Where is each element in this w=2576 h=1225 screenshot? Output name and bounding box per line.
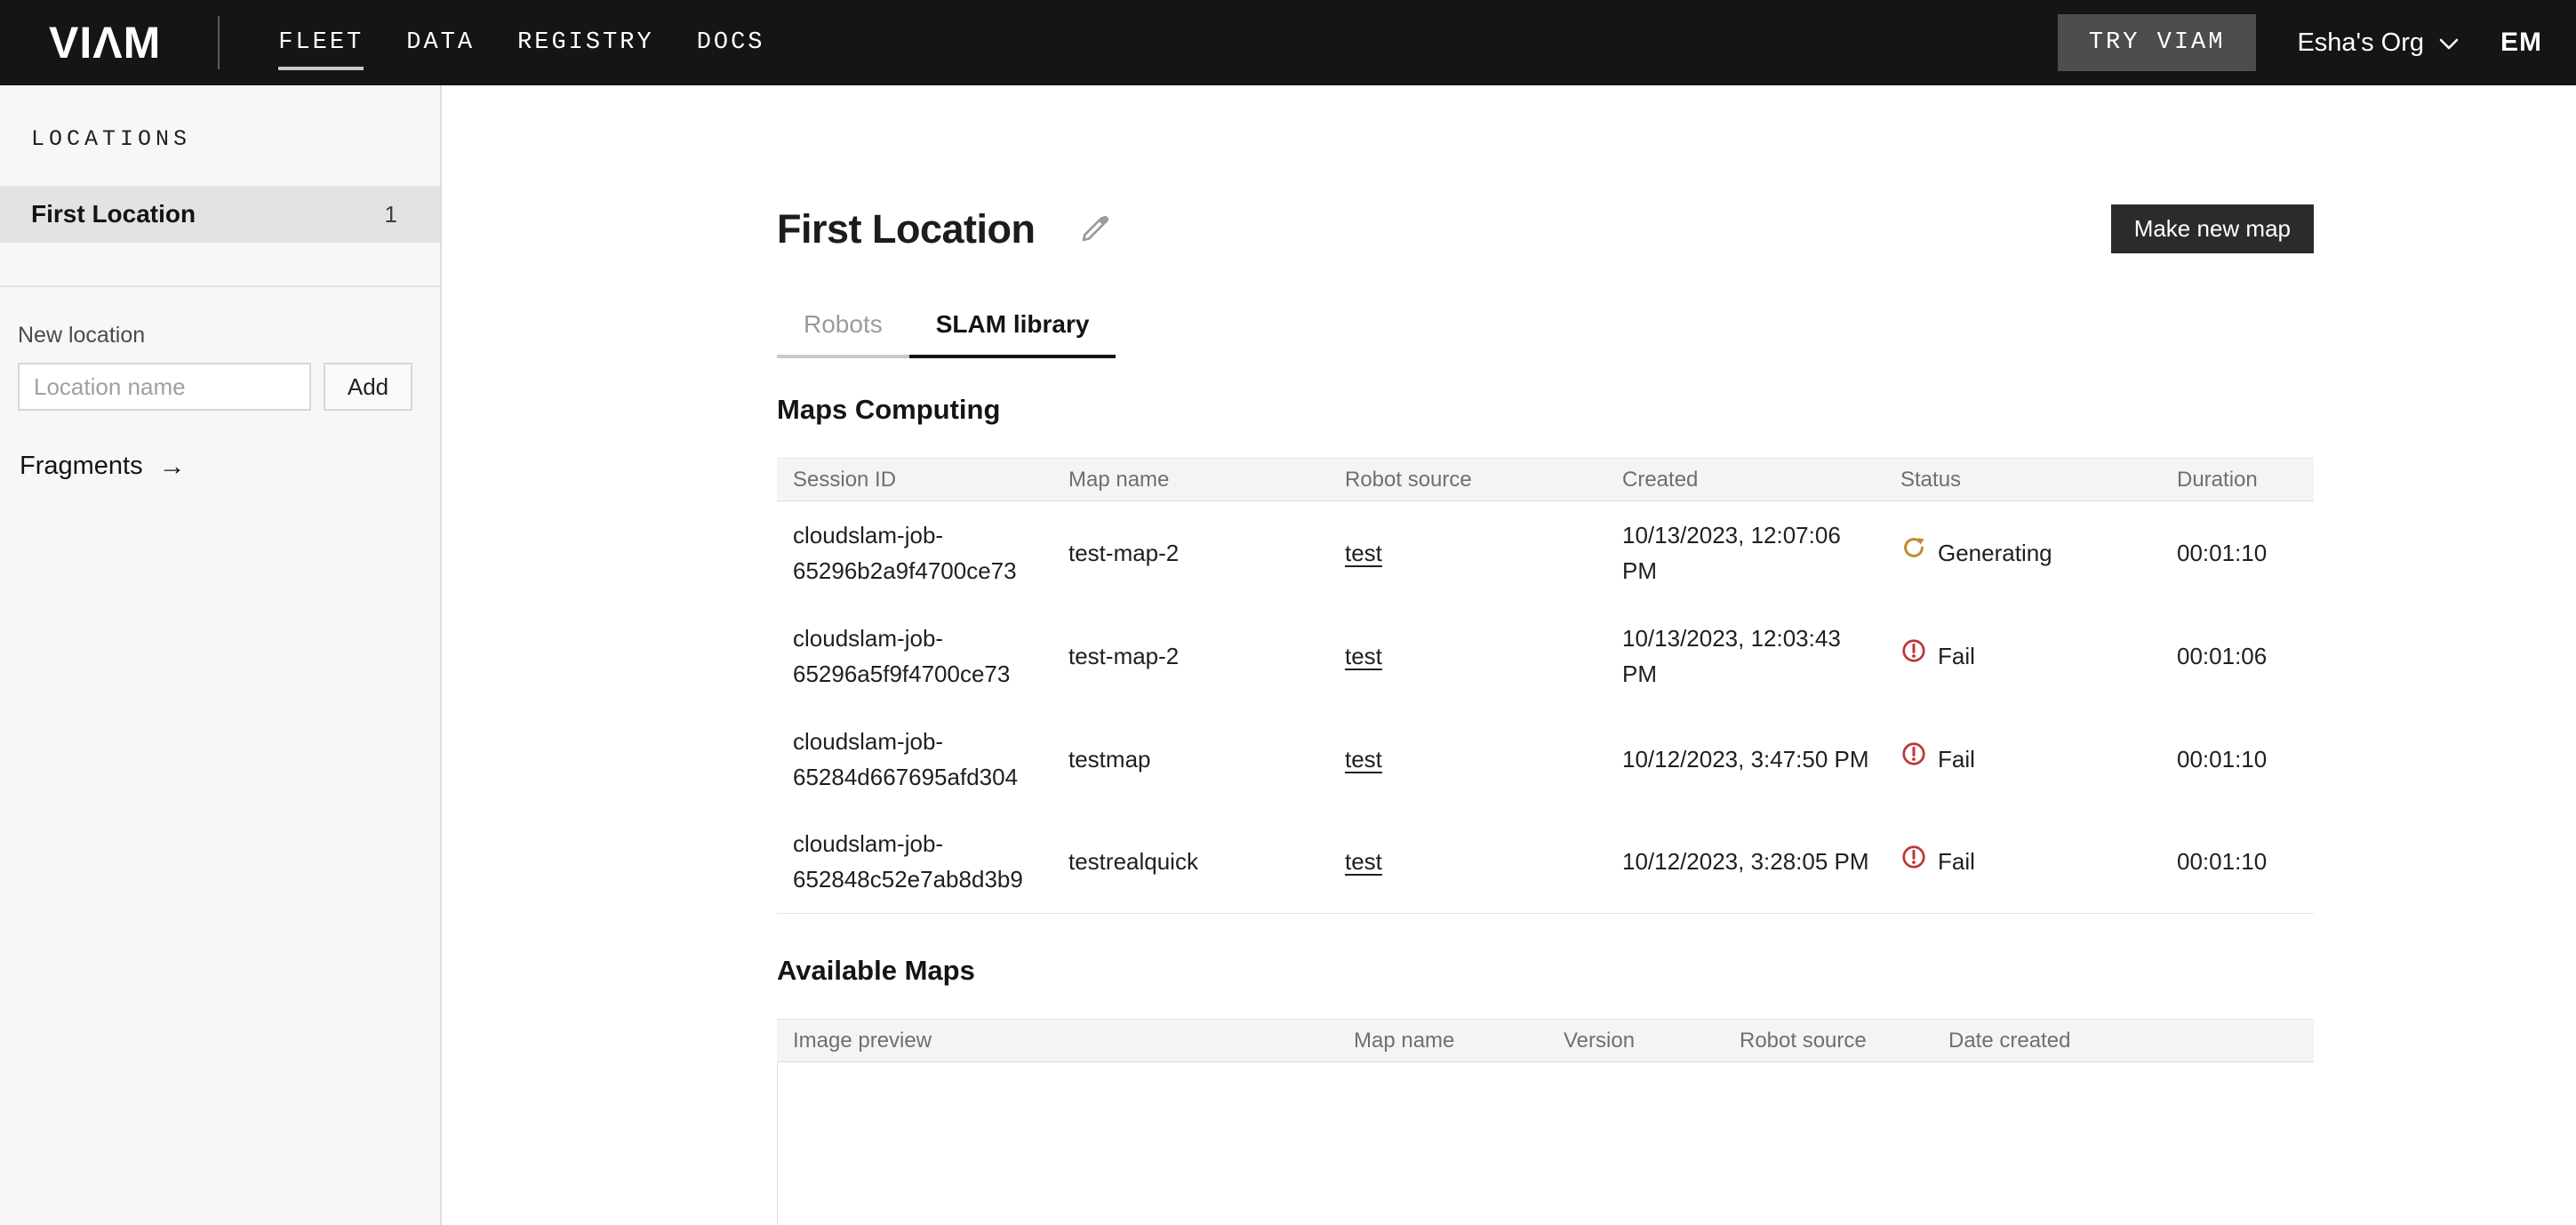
error-icon [1900,741,1927,777]
location-name-input[interactable] [18,363,311,411]
available-maps-heading: Available Maps [777,955,2314,987]
edit-pencil-icon[interactable] [1078,213,1110,245]
table-row: cloudslam-job-65296a5f9f4700ce73 test-ma… [777,604,2314,708]
robot-source-link[interactable]: test [1345,746,1382,773]
new-location-section: New location Add [18,323,422,411]
created-cell: 10/13/2023, 12:03:43 PM [1606,604,1884,708]
error-icon [1900,844,1927,880]
sidebar-item-first-location[interactable]: First Location 1 [0,186,440,243]
arrow-right-icon: → [159,453,186,480]
column-image-preview: Image preview [777,1020,1338,1062]
nav-item-docs[interactable]: DOCS [697,0,765,85]
error-icon [1900,637,1927,674]
location-tabs: Robots SLAM library [777,310,2314,358]
column-status: Status [1884,459,2161,501]
status-cell: Fail [1884,708,2161,811]
created-cell: 10/13/2023, 12:07:06 PM [1606,501,1884,604]
available-maps-empty-body [777,1062,2314,1224]
tab-robots[interactable]: Robots [777,310,909,358]
table-header-row: Image preview Map name Version Robot sou… [777,1020,2314,1062]
column-robot-source: Robot source [1329,459,1606,501]
status-label: Generating [1938,535,2052,571]
sidebar-heading: LOCATIONS [31,126,440,152]
column-map-name: Map name [1052,459,1329,501]
available-maps-table: Image preview Map name Version Robot sou… [777,1019,2314,1062]
new-location-label: New location [18,323,422,348]
navbar-right: TRY VIAM Esha's Org EM [2058,14,2556,71]
nav-item-registry[interactable]: REGISTRY [517,0,654,85]
table-row: cloudslam-job-65284d667695afd304 testmap… [777,708,2314,811]
org-name: Esha's Org [2297,28,2424,58]
created-cell: 10/12/2023, 3:28:05 PM [1606,811,1884,914]
add-location-button[interactable]: Add [324,363,412,411]
session-id-cell: cloudslam-job-652848c52e7ab8d3b9 [777,811,1052,914]
column-duration: Duration [2161,459,2314,501]
column-created: Created [1606,459,1884,501]
status-cell: Fail [1884,604,2161,708]
robot-source-link[interactable]: test [1345,540,1382,566]
session-id-cell: cloudslam-job-65296b2a9f4700ce73 [777,501,1052,604]
tab-slam-library[interactable]: SLAM library [909,310,1116,358]
table-header-row: Session ID Map name Robot source Created… [777,459,2314,501]
map-name-cell: test-map-2 [1052,604,1329,708]
map-name-cell: test-map-2 [1052,501,1329,604]
duration-cell: 00:01:10 [2161,811,2314,914]
fragments-link[interactable]: Fragments → [20,452,186,481]
primary-nav: FLEET DATA REGISTRY DOCS [278,0,807,85]
make-new-map-button[interactable]: Make new map [2111,204,2314,253]
session-id-cell: cloudslam-job-65296a5f9f4700ce73 [777,604,1052,708]
column-version: Version [1548,1020,1724,1062]
generating-refresh-icon [1900,534,1927,571]
status-label: Fail [1938,638,1975,674]
map-name-cell: testrealquick [1052,811,1329,914]
chevron-down-icon [2438,28,2460,58]
robot-source-link[interactable]: test [1345,643,1382,669]
status-cell: Generating [1884,501,2161,604]
robot-source-cell: test [1329,708,1606,811]
location-name: First Location [31,200,196,228]
column-map-name: Map name [1338,1020,1548,1062]
location-robot-count: 1 [385,201,397,228]
duration-cell: 00:01:10 [2161,501,2314,604]
session-id-cell: cloudslam-job-65284d667695afd304 [777,708,1052,811]
robot-source-link[interactable]: test [1345,848,1382,875]
sidebar-divider [0,285,440,287]
page-body: LOCATIONS First Location 1 New location … [0,85,2576,1225]
created-cell: 10/12/2023, 3:47:50 PM [1606,708,1884,811]
status-label: Fail [1938,741,1975,777]
column-session-id: Session ID [777,459,1052,501]
org-switcher[interactable]: Esha's Org [2297,28,2460,58]
nav-item-fleet[interactable]: FLEET [278,0,364,85]
fragments-label: Fragments [20,452,143,481]
nav-divider [218,16,220,69]
viam-logo[interactable]: VIΛM [49,17,161,68]
top-navbar: VIΛM FLEET DATA REGISTRY DOCS TRY VIAM E… [0,0,2576,85]
main-content: First Location Make new map Robots SLAM … [442,85,2576,1225]
column-date-created: Date created [1932,1020,2314,1062]
robot-source-cell: test [1329,501,1606,604]
duration-cell: 00:01:06 [2161,604,2314,708]
column-robot-source: Robot source [1724,1020,1932,1062]
status-label: Fail [1938,844,1975,879]
robot-source-cell: test [1329,604,1606,708]
nav-item-data[interactable]: DATA [406,0,475,85]
map-name-cell: testmap [1052,708,1329,811]
maps-computing-heading: Maps Computing [777,394,2314,426]
try-viam-button[interactable]: TRY VIAM [2058,14,2257,71]
table-row: cloudslam-job-652848c52e7ab8d3b9 testrea… [777,811,2314,914]
table-row: cloudslam-job-65296b2a9f4700ce73 test-ma… [777,501,2314,604]
status-cell: Fail [1884,811,2161,914]
duration-cell: 00:01:10 [2161,708,2314,811]
locations-sidebar: LOCATIONS First Location 1 New location … [0,85,442,1225]
page-title: First Location [777,206,1036,252]
maps-computing-table: Session ID Map name Robot source Created… [777,458,2314,914]
robot-source-cell: test [1329,811,1606,914]
user-avatar[interactable]: EM [2500,28,2542,58]
